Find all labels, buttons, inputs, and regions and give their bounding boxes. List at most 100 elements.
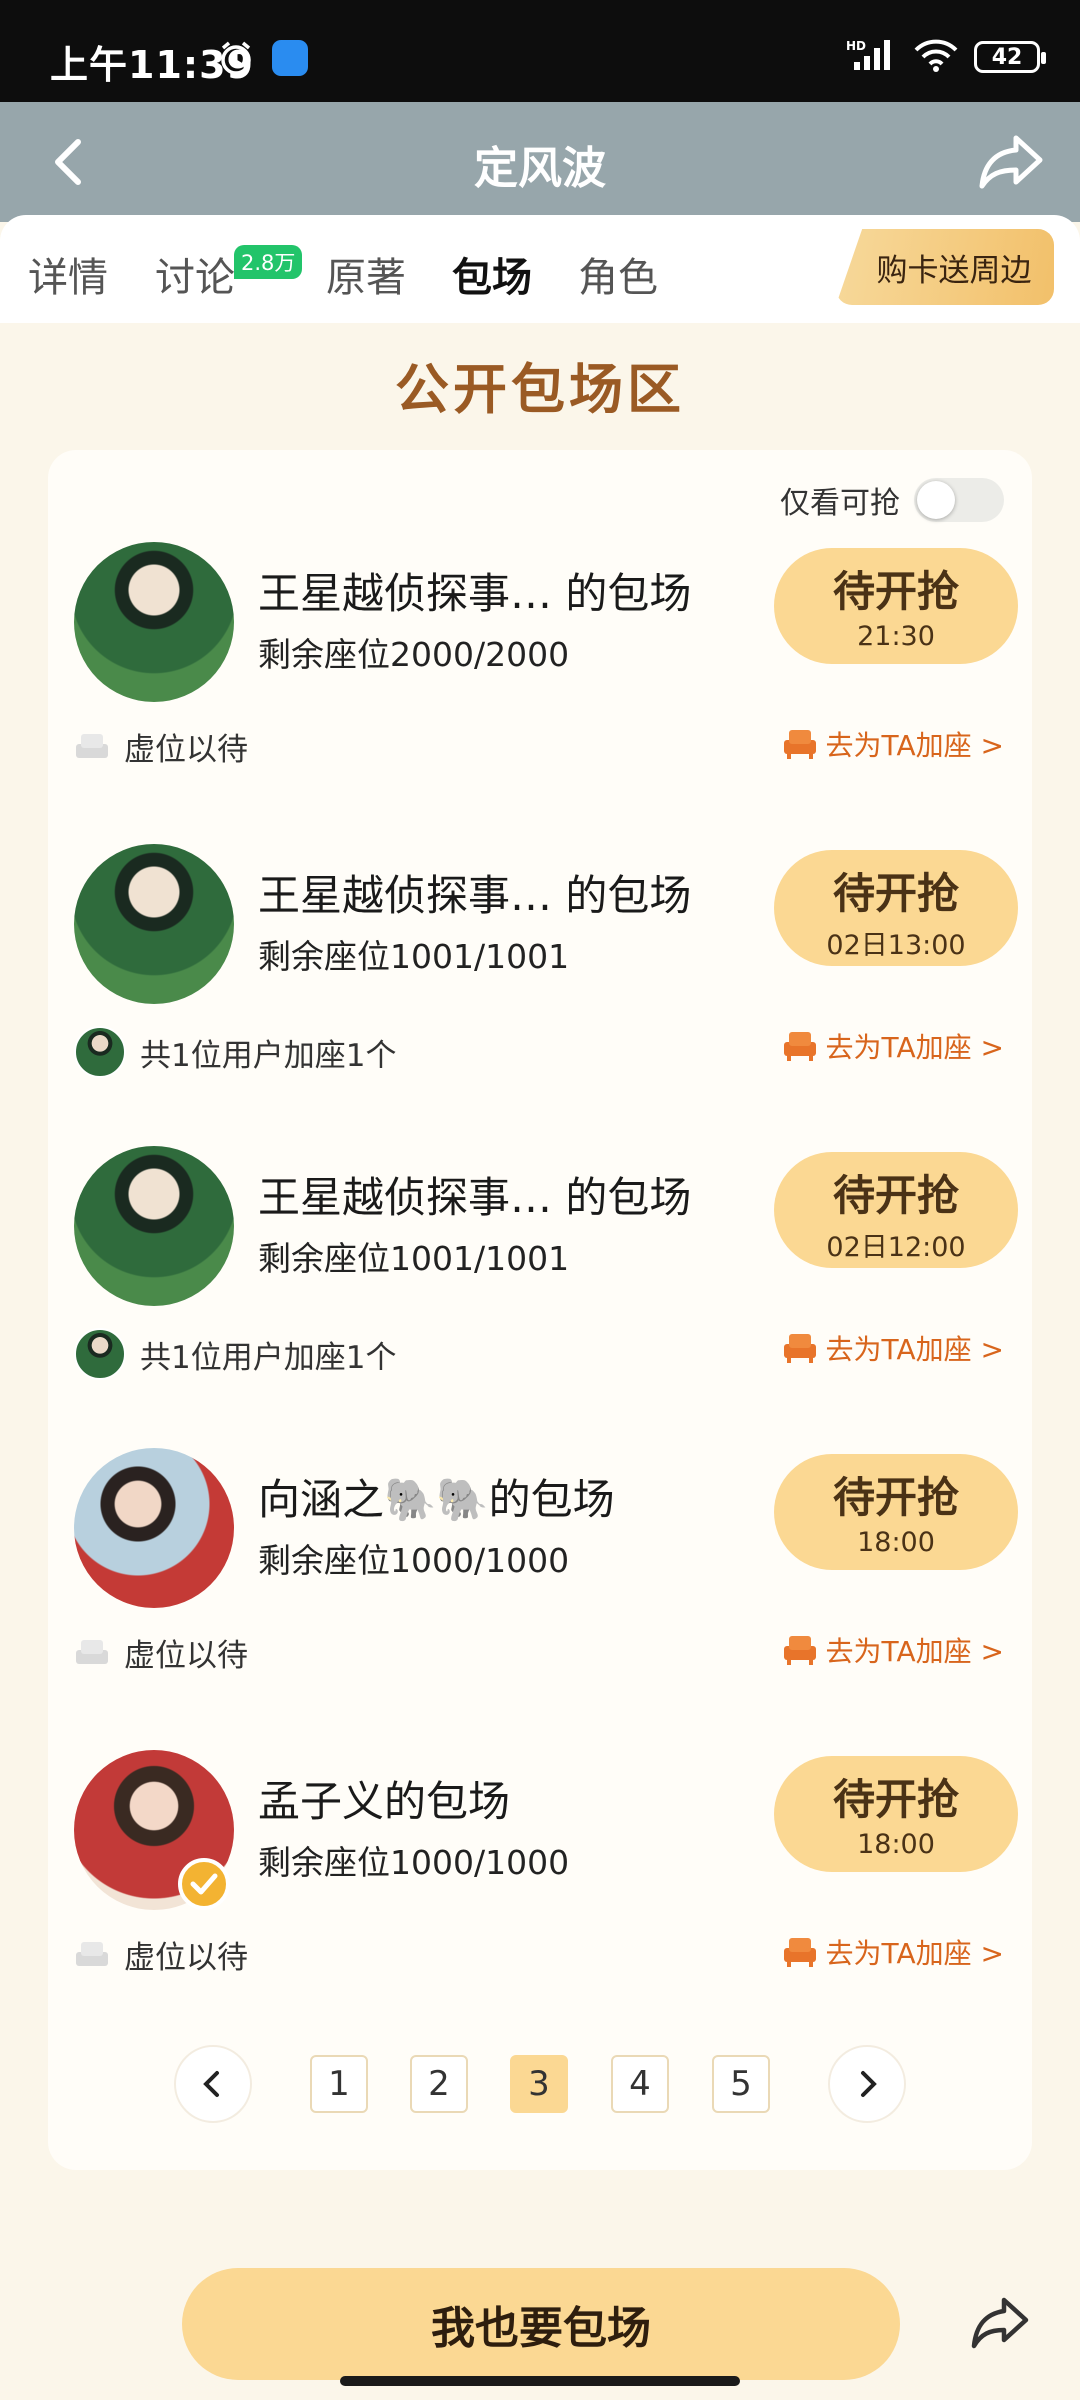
sofa-icon: [783, 1636, 816, 1665]
screening-name: 王星越侦探事… 的包场: [258, 871, 692, 920]
add-seat-link-text: 去为TA加座 >: [825, 1937, 1004, 1970]
grab-button-label: 待开抢: [832, 1171, 959, 1220]
create-screening-button[interactable]: 我也要包场: [182, 2268, 900, 2380]
add-seat-link-text: 去为TA加座 >: [825, 1635, 1004, 1668]
filter-label: 仅看可抢: [780, 486, 900, 521]
seat-status: 虚位以待: [74, 1630, 248, 1675]
page-button-2[interactable]: 2: [410, 2055, 468, 2113]
seat-status: 虚位以待: [74, 724, 248, 769]
tab-details[interactable]: 详情: [28, 245, 108, 303]
bottom-share-button[interactable]: [968, 2292, 1030, 2354]
seat-status-text: 共1位用户加座1个: [140, 1037, 397, 1074]
remaining-seats: 剩余座位1001/1001: [258, 1239, 570, 1278]
screening-item[interactable]: 王星越侦探事… 的包场 剩余座位1001/1001 待开抢 02日12:00 共…: [48, 1142, 1032, 1444]
wifi-icon: [912, 38, 960, 76]
page-title: 定风波: [474, 143, 606, 194]
sofa-icon: [783, 730, 816, 759]
screening-item[interactable]: 向涵之🐘🐘的包场 剩余座位1000/1000 待开抢 18:00 虚位以待 去为…: [48, 1444, 1032, 1746]
tab-discussion[interactable]: 讨论: [155, 245, 235, 303]
host-avatar: [74, 1146, 234, 1306]
screening-list-card: 仅看可抢 王星越侦探事… 的包场 剩余座位2000/2000 待开抢 21:30…: [48, 450, 1032, 2170]
add-seat-link[interactable]: 去为TA加座 >: [782, 1630, 1004, 1670]
next-page-button[interactable]: [828, 2045, 906, 2123]
share-button[interactable]: [976, 130, 1046, 194]
host-avatar: [74, 542, 234, 702]
remaining-seats: 剩余座位1001/1001: [258, 937, 570, 976]
grab-time: 21:30: [857, 621, 935, 652]
contributor-avatar: [74, 1328, 126, 1380]
host-avatar: [74, 1448, 234, 1608]
tab-bar: 详情 讨论 2.8万 原著 包场 角色 购卡送周边: [0, 215, 1080, 323]
home-indicator: [340, 2376, 740, 2386]
chevron-left-icon: [203, 2071, 219, 2097]
toggle-knob: [917, 481, 955, 519]
grab-button-label: 待开抢: [832, 1775, 959, 1824]
battery-icon: 42: [974, 41, 1046, 73]
page-button-4[interactable]: 4: [611, 2055, 669, 2113]
title-bar: 定风波: [0, 102, 1080, 222]
grab-button-label: 待开抢: [832, 1473, 959, 1522]
buy-card-promo-button[interactable]: 购卡送周边: [836, 229, 1054, 305]
screening-name: 向涵之🐘🐘的包场: [258, 1475, 615, 1524]
add-seat-link[interactable]: 去为TA加座 >: [782, 724, 1004, 764]
grab-time: 18:00: [857, 1527, 935, 1558]
screening-name: 孟子义的包场: [258, 1777, 511, 1826]
seat-status-text: 虚位以待: [124, 1638, 248, 1674]
remaining-seats: 剩余座位2000/2000: [258, 635, 570, 674]
grab-time: 18:00: [857, 1829, 935, 1860]
add-seat-link[interactable]: 去为TA加座 >: [782, 1026, 1004, 1066]
tab-original-novel[interactable]: 原著: [326, 245, 406, 303]
app-notification-icon: [272, 40, 308, 76]
screening-item[interactable]: 王星越侦探事… 的包场 剩余座位2000/2000 待开抢 21:30 虚位以待…: [48, 538, 1032, 840]
remaining-seats: 剩余座位1000/1000: [258, 1843, 570, 1882]
share-icon: [979, 135, 1043, 189]
status-bar: 上午11:39 HD 42: [0, 0, 1080, 102]
seat-status-text: 虚位以待: [124, 1940, 248, 1976]
contributor-avatar: [74, 1026, 126, 1078]
prev-page-button[interactable]: [174, 2045, 252, 2123]
screening-item[interactable]: 孟子义的包场 剩余座位1000/1000 待开抢 18:00 虚位以待 去为TA…: [48, 1746, 1032, 2048]
seat-status: 共1位用户加座1个: [74, 1026, 396, 1078]
grab-button-label: 待开抢: [832, 567, 959, 616]
pagination: 1 2 3 4 5: [48, 2045, 1032, 2125]
chevron-right-icon: [861, 2071, 877, 2097]
verified-icon: [178, 1858, 230, 1910]
add-seat-link[interactable]: 去为TA加座 >: [782, 1932, 1004, 1972]
screening-item[interactable]: 王星越侦探事… 的包场 剩余座位1001/1001 待开抢 02日13:00 共…: [48, 840, 1032, 1142]
available-only-toggle[interactable]: [914, 478, 1004, 522]
alarm-icon: [218, 40, 254, 80]
sofa-icon: [783, 1334, 816, 1363]
grab-time: 02日13:00: [826, 930, 966, 961]
remaining-seats: 剩余座位1000/1000: [258, 1541, 570, 1580]
grab-time: 02日12:00: [826, 1232, 966, 1263]
add-seat-link-text: 去为TA加座 >: [825, 1031, 1004, 1064]
page-button-5[interactable]: 5: [712, 2055, 770, 2113]
screening-name: 王星越侦探事… 的包场: [258, 1173, 692, 1222]
discussion-count-badge: 2.8万: [234, 245, 303, 279]
page-button-3[interactable]: 3: [510, 2055, 568, 2113]
signal-icon: HD: [846, 38, 898, 76]
sofa-icon: [783, 1032, 816, 1061]
section-title: 公开包场区: [395, 358, 685, 421]
add-seat-link[interactable]: 去为TA加座 >: [782, 1328, 1004, 1368]
page-button-1[interactable]: 1: [310, 2055, 368, 2113]
tab-characters[interactable]: 角色: [578, 245, 658, 303]
share-icon: [971, 2297, 1029, 2349]
grab-button[interactable]: 待开抢 02日12:00: [774, 1152, 1018, 1268]
seat-status-text: 虚位以待: [124, 732, 248, 768]
grab-button[interactable]: 待开抢 18:00: [774, 1756, 1018, 1872]
tab-private-screening[interactable]: 包场: [452, 245, 532, 303]
screening-name: 王星越侦探事… 的包场: [258, 569, 692, 618]
host-avatar: [74, 844, 234, 1004]
bottom-action-bar: 我也要包场: [0, 2240, 1080, 2400]
add-seat-link-text: 去为TA加座 >: [825, 1333, 1004, 1366]
seat-icon: [76, 733, 108, 758]
add-seat-link-text: 去为TA加座 >: [825, 729, 1004, 762]
seat-status-text: 共1位用户加座1个: [140, 1339, 397, 1376]
grab-button[interactable]: 待开抢 21:30: [774, 548, 1018, 664]
seat-icon: [76, 1639, 108, 1664]
seat-status: 共1位用户加座1个: [74, 1328, 396, 1380]
grab-button[interactable]: 待开抢 18:00: [774, 1454, 1018, 1570]
seat-status: 虚位以待: [74, 1932, 248, 1977]
grab-button[interactable]: 待开抢 02日13:00: [774, 850, 1018, 966]
